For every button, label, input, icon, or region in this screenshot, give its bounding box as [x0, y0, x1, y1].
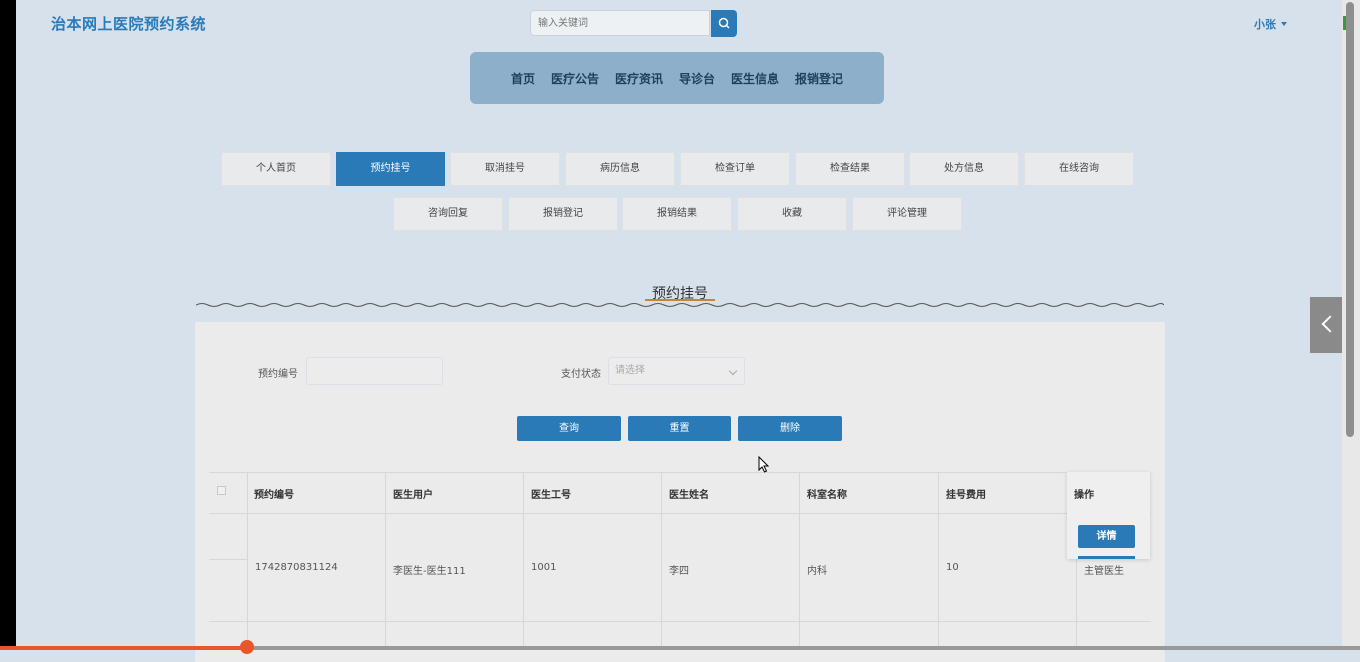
header-operation: 操作	[1074, 490, 1094, 501]
vertical-scrollbar[interactable]	[1342, 0, 1360, 650]
cell-extra: 主管医生	[1084, 566, 1124, 577]
nav-home[interactable]: 首页	[503, 70, 543, 87]
nav-guide[interactable]: 导诊台	[671, 70, 723, 87]
table-header-border	[209, 513, 1151, 514]
tab-reimburse-register[interactable]: 报销登记	[508, 197, 618, 231]
cell-doctor-id: 1001	[531, 562, 557, 573]
cell-fee: 10	[946, 562, 959, 573]
tab-exam-results[interactable]: 检查结果	[795, 152, 905, 186]
col-divider	[799, 472, 800, 650]
detail-button[interactable]: 详情	[1078, 525, 1135, 548]
tab-cancel-appointment[interactable]: 取消挂号	[450, 152, 560, 186]
site-title[interactable]: 治本网上医院预约系统	[51, 13, 206, 34]
reset-button[interactable]: 重置	[628, 416, 731, 441]
tab-online-consult[interactable]: 在线咨询	[1024, 152, 1134, 186]
col-divider	[523, 472, 524, 650]
left-window-edge	[0, 0, 16, 650]
nav-announcements[interactable]: 医疗公告	[543, 70, 607, 87]
video-progress-fill	[0, 646, 246, 650]
tab-comments[interactable]: 评论管理	[852, 197, 962, 231]
header-doctor-user: 医生用户	[393, 490, 433, 501]
caret-down-icon	[1281, 22, 1287, 26]
table-top-border	[209, 472, 1151, 473]
query-button[interactable]: 查询	[517, 416, 621, 441]
header-department: 科室名称	[807, 490, 847, 501]
side-panel-toggle[interactable]	[1310, 297, 1342, 353]
next-action-button[interactable]	[1078, 556, 1135, 559]
pay-status-select[interactable]: 请选择	[608, 357, 745, 385]
cell-doctor-name: 李四	[669, 566, 689, 577]
header-doctor-id: 医生工号	[531, 490, 571, 501]
chevron-down-icon	[728, 366, 738, 376]
mouse-cursor-icon	[758, 456, 770, 473]
cell-department: 内科	[807, 566, 827, 577]
scrollbar-thumb[interactable]	[1346, 2, 1354, 437]
tab-favorites[interactable]: 收藏	[737, 197, 847, 231]
search-icon	[718, 17, 730, 29]
cell-doctor-user: 李医生-医生111	[393, 566, 466, 577]
nav-news[interactable]: 医疗资讯	[607, 70, 671, 87]
nav-reimbursement[interactable]: 报销登记	[787, 70, 851, 87]
header-appointment-no: 预约编号	[254, 490, 294, 501]
tab-prescriptions[interactable]: 处方信息	[909, 152, 1019, 186]
select-all-checkbox[interactable]	[217, 486, 226, 495]
col-divider	[938, 472, 939, 650]
pay-status-placeholder: 请选择	[615, 365, 645, 376]
chevron-left-icon	[1321, 315, 1339, 333]
tab-consult-reply[interactable]: 咨询回复	[393, 197, 503, 231]
user-name: 小张	[1254, 18, 1276, 31]
delete-button[interactable]: 删除	[738, 416, 842, 441]
pay-status-label: 支付状态	[561, 369, 601, 380]
tab-medical-records[interactable]: 病历信息	[565, 152, 675, 186]
wave-divider	[196, 303, 1164, 307]
main-nav: 首页 医疗公告 医疗资讯 导诊台 医生信息 报销登记	[470, 52, 884, 104]
appointment-no-label: 预约编号	[258, 369, 298, 380]
video-progress-handle[interactable]	[240, 640, 254, 654]
header-fee: 挂号费用	[946, 490, 986, 501]
search-input[interactable]	[530, 10, 710, 36]
col-divider	[247, 472, 248, 650]
col-divider	[385, 472, 386, 650]
header-doctor-name: 医生姓名	[669, 490, 709, 501]
user-menu[interactable]: 小张	[1254, 16, 1287, 32]
nav-doctors[interactable]: 医生信息	[723, 70, 787, 87]
checkbox-col-split	[209, 559, 247, 560]
scrollbar-marker	[1343, 16, 1346, 30]
table-row-border	[209, 621, 1151, 622]
search-button[interactable]	[711, 10, 737, 37]
tab-exam-orders[interactable]: 检查订单	[680, 152, 790, 186]
cell-appointment-no: 1742870831124	[255, 562, 338, 573]
appointment-no-input[interactable]	[306, 357, 443, 385]
tab-appointment[interactable]: 预约挂号	[336, 152, 445, 186]
col-divider	[661, 472, 662, 650]
tab-personal-home[interactable]: 个人首页	[221, 152, 331, 186]
tab-reimburse-result[interactable]: 报销结果	[622, 197, 732, 231]
